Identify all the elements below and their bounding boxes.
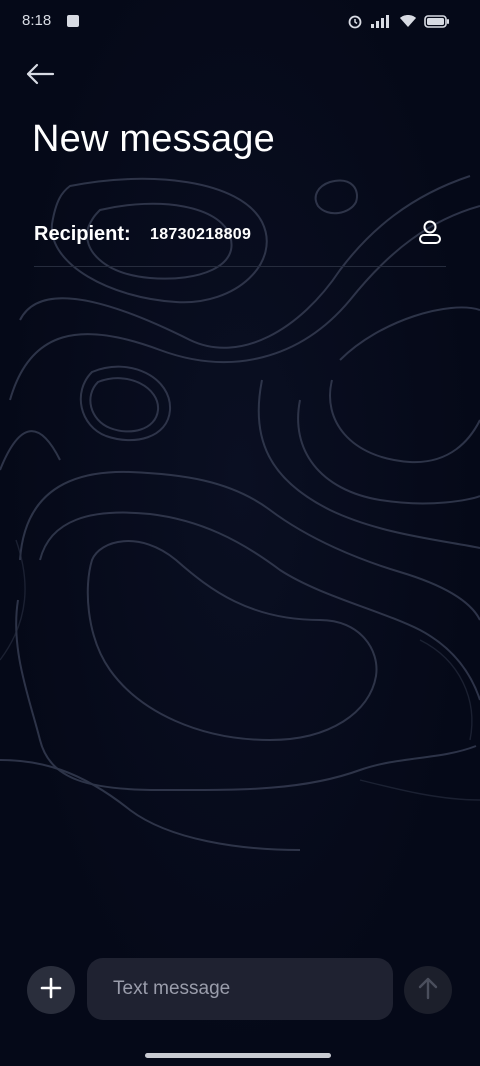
compose-bar bbox=[0, 956, 480, 1022]
send-button[interactable] bbox=[404, 966, 452, 1014]
home-indicator[interactable] bbox=[145, 1053, 331, 1058]
plus-icon bbox=[40, 977, 62, 1004]
arrow-left-icon bbox=[25, 63, 55, 90]
wifi-icon bbox=[399, 14, 417, 33]
recipient-label: Recipient: bbox=[34, 223, 131, 245]
signal-icon bbox=[370, 14, 392, 33]
attach-button[interactable] bbox=[27, 966, 75, 1014]
new-message-screen: 8:18 New message Recipient: 18730218809 bbox=[0, 0, 480, 1066]
page-title: New message bbox=[32, 118, 275, 160]
back-button[interactable] bbox=[18, 56, 62, 96]
arrow-up-icon bbox=[417, 976, 439, 1005]
recipient-number[interactable]: 18730218809 bbox=[150, 226, 251, 244]
person-icon bbox=[418, 219, 442, 250]
message-input[interactable] bbox=[87, 958, 393, 1020]
pick-contact-button[interactable] bbox=[414, 218, 446, 250]
status-time: 8:18 bbox=[22, 12, 52, 29]
status-icons bbox=[347, 13, 450, 34]
recipient-divider bbox=[34, 266, 446, 267]
notification-icon bbox=[66, 14, 80, 33]
message-field bbox=[87, 958, 393, 1020]
status-bar: 8:18 bbox=[0, 0, 480, 44]
battery-icon bbox=[424, 14, 450, 33]
recipient-row: Recipient: 18730218809 bbox=[34, 216, 446, 267]
alarm-icon bbox=[347, 13, 363, 34]
